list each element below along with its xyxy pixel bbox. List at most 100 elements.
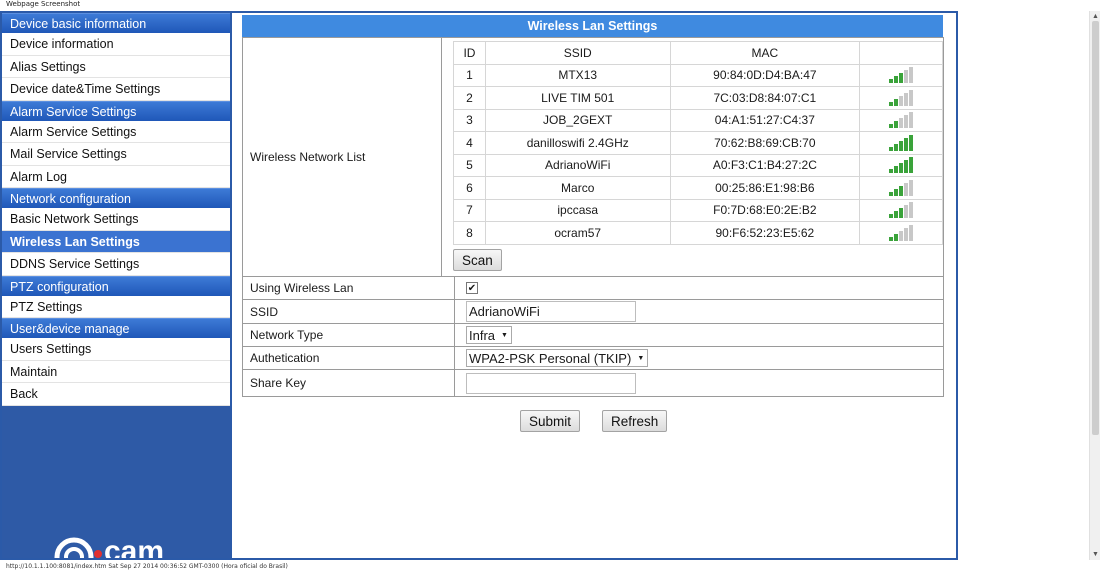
authentication-label: Authetication <box>243 347 455 369</box>
using-wireless-checkbox[interactable]: ✔ <box>466 282 478 294</box>
using-wireless-row: Using Wireless Lan ✔ <box>243 277 943 300</box>
signal-strength-icon <box>889 67 914 84</box>
signal-bar <box>909 67 914 84</box>
signal-bar <box>904 137 909 151</box>
signal-bar <box>889 169 894 174</box>
logo-text: cam <box>104 535 164 558</box>
signal-bar <box>909 89 914 106</box>
signal-bar <box>894 211 899 219</box>
table-row[interactable]: 6 Marco 00:25:86:E1:98:B6 <box>453 176 943 200</box>
table-row[interactable]: 2 LIVE TIM 501 7C:03:D8:84:07:C1 <box>453 86 943 110</box>
signal-bar <box>899 140 904 151</box>
checkmark-icon: ✔ <box>467 282 477 294</box>
signal-bar <box>904 160 909 174</box>
signal-strength-icon <box>889 89 914 106</box>
network-type-value: Infra <box>469 327 496 343</box>
wireless-list-label: Wireless Network List <box>243 38 442 276</box>
authentication-value: WPA2-PSK Personal (TKIP) <box>469 350 632 366</box>
cell-ssid: Marco <box>484 176 671 200</box>
using-wireless-cell: ✔ <box>455 277 943 299</box>
submit-button[interactable]: Submit <box>520 410 581 432</box>
status-url: http://10.1.1.100:8081/index.htm Sat Sep… <box>6 563 288 570</box>
sidebar-item-ptz-settings[interactable]: PTZ Settings <box>2 295 230 318</box>
network-type-select[interactable]: Infra ▼ <box>466 326 512 344</box>
signal-bar <box>889 236 894 241</box>
signal-bar <box>889 146 894 151</box>
column-header-id: ID <box>453 41 486 65</box>
share-key-cell <box>455 370 943 396</box>
signal-bar <box>894 188 899 196</box>
scroll-down-icon[interactable]: ▼ <box>1090 549 1100 560</box>
signal-bar <box>909 224 914 241</box>
chevron-down-icon: ▼ <box>501 331 508 339</box>
sidebar-item-alias-settings[interactable]: Alias Settings <box>2 55 230 78</box>
cell-mac: 70:62:B8:69:CB:70 <box>669 131 861 155</box>
signal-bar <box>899 95 904 106</box>
sidebar-item-date-time-settings[interactable]: Device date&Time Settings <box>2 78 230 101</box>
ssid-input[interactable]: AdrianoWiFi <box>466 301 636 322</box>
cell-mac: A0:F3:C1:B4:27:2C <box>669 153 861 177</box>
signal-bar <box>899 163 904 174</box>
signal-strength-icon <box>889 179 914 196</box>
table-row[interactable]: 1 MTX13 90:84:0D:D4:BA:47 <box>453 63 943 87</box>
chevron-down-icon: ▼ <box>637 354 645 362</box>
scan-area: Scan <box>453 245 502 277</box>
section-header-network-configuration: Network configuration <box>2 188 230 208</box>
signal-bar <box>889 214 894 219</box>
wireless-list-cell: ID SSID MAC 1 MTX13 90:84:0D:D4:BA:47 2 LIVE… <box>442 38 943 276</box>
share-key-row: Share Key <box>243 370 943 396</box>
sidebar-item-alarm-service-settings[interactable]: Alarm Service Settings <box>2 120 230 143</box>
sidebar-item-alarm-log[interactable]: Alarm Log <box>2 165 230 188</box>
signal-bar <box>889 79 894 84</box>
network-type-row: Network Type Infra ▼ <box>243 324 943 347</box>
sidebar-item-back[interactable]: Back <box>2 383 230 406</box>
cell-id: 1 <box>453 63 486 87</box>
cell-signal <box>859 153 943 177</box>
cell-signal <box>859 63 943 87</box>
sidebar-item-users-settings[interactable]: Users Settings <box>2 338 230 361</box>
logo-mark-icon: cam <box>54 535 164 558</box>
authentication-select[interactable]: WPA2-PSK Personal (TKIP) ▼ <box>466 349 649 367</box>
share-key-input[interactable] <box>466 372 636 394</box>
signal-strength-icon <box>889 157 914 174</box>
cell-mac: 00:25:86:E1:98:B6 <box>669 176 861 200</box>
signal-strength-icon <box>889 134 914 151</box>
using-wireless-label: Using Wireless Lan <box>243 277 455 299</box>
network-type-label: Network Type <box>243 324 455 346</box>
cell-id: 7 <box>453 198 486 222</box>
sidebar-item-basic-network-settings[interactable]: Basic Network Settings <box>2 208 230 231</box>
cell-id: 6 <box>453 176 486 200</box>
signal-bar <box>909 179 914 196</box>
ssid-label: SSID <box>243 300 455 323</box>
refresh-button[interactable]: Refresh <box>602 410 668 432</box>
sidebar-item-device-information[interactable]: Device information <box>2 33 230 56</box>
cell-signal <box>859 221 943 245</box>
cell-id: 5 <box>453 153 486 177</box>
vertical-scrollbar[interactable]: ▲ ▼ <box>1089 11 1100 560</box>
wireless-network-rows: 1 MTX13 90:84:0D:D4:BA:47 2 LIVE TIM 501 7C:0… <box>453 63 943 245</box>
table-row[interactable]: 8 ocram57 90:F6:52:23:E5:62 <box>453 221 943 245</box>
section-header-ptz-configuration: PTZ configuration <box>2 275 230 296</box>
signal-bar <box>894 121 899 129</box>
section-header-alarm-service: Alarm Service Settings <box>2 100 230 121</box>
scan-button[interactable]: Scan <box>453 249 502 272</box>
table-row[interactable]: 5 AdrianoWiFi A0:F3:C1:B4:27:2C <box>453 153 943 177</box>
signal-bar <box>899 230 904 241</box>
section-header-device-basic: Device basic information <box>2 13 230 33</box>
signal-bar <box>899 118 904 129</box>
scroll-thumb[interactable] <box>1092 21 1099 435</box>
table-row[interactable]: 7 ipccasa F0:7D:68:E0:2E:B2 <box>453 198 943 222</box>
cell-ssid: ipccasa <box>484 198 671 222</box>
sidebar-item-wireless-lan-settings[interactable]: Wireless Lan Settings <box>2 230 230 253</box>
table-header-row: ID SSID MAC <box>453 41 943 65</box>
cell-signal <box>859 198 943 222</box>
table-row[interactable]: 4 danilloswifi 2.4GHz 70:62:B8:69:CB:70 <box>453 131 943 155</box>
signal-bar <box>894 166 899 174</box>
sidebar-item-maintain[interactable]: Maintain <box>2 360 230 383</box>
column-header-mac: MAC <box>669 41 861 65</box>
page-title: Wireless Lan Settings <box>242 15 943 37</box>
signal-strength-icon <box>889 224 914 241</box>
sidebar-item-ddns-service-settings[interactable]: DDNS Service Settings <box>2 253 230 276</box>
sidebar-item-mail-service-settings[interactable]: Mail Service Settings <box>2 143 230 166</box>
table-row[interactable]: 3 JOB_2GEXT 04:A1:51:27:C4:37 <box>453 108 943 132</box>
